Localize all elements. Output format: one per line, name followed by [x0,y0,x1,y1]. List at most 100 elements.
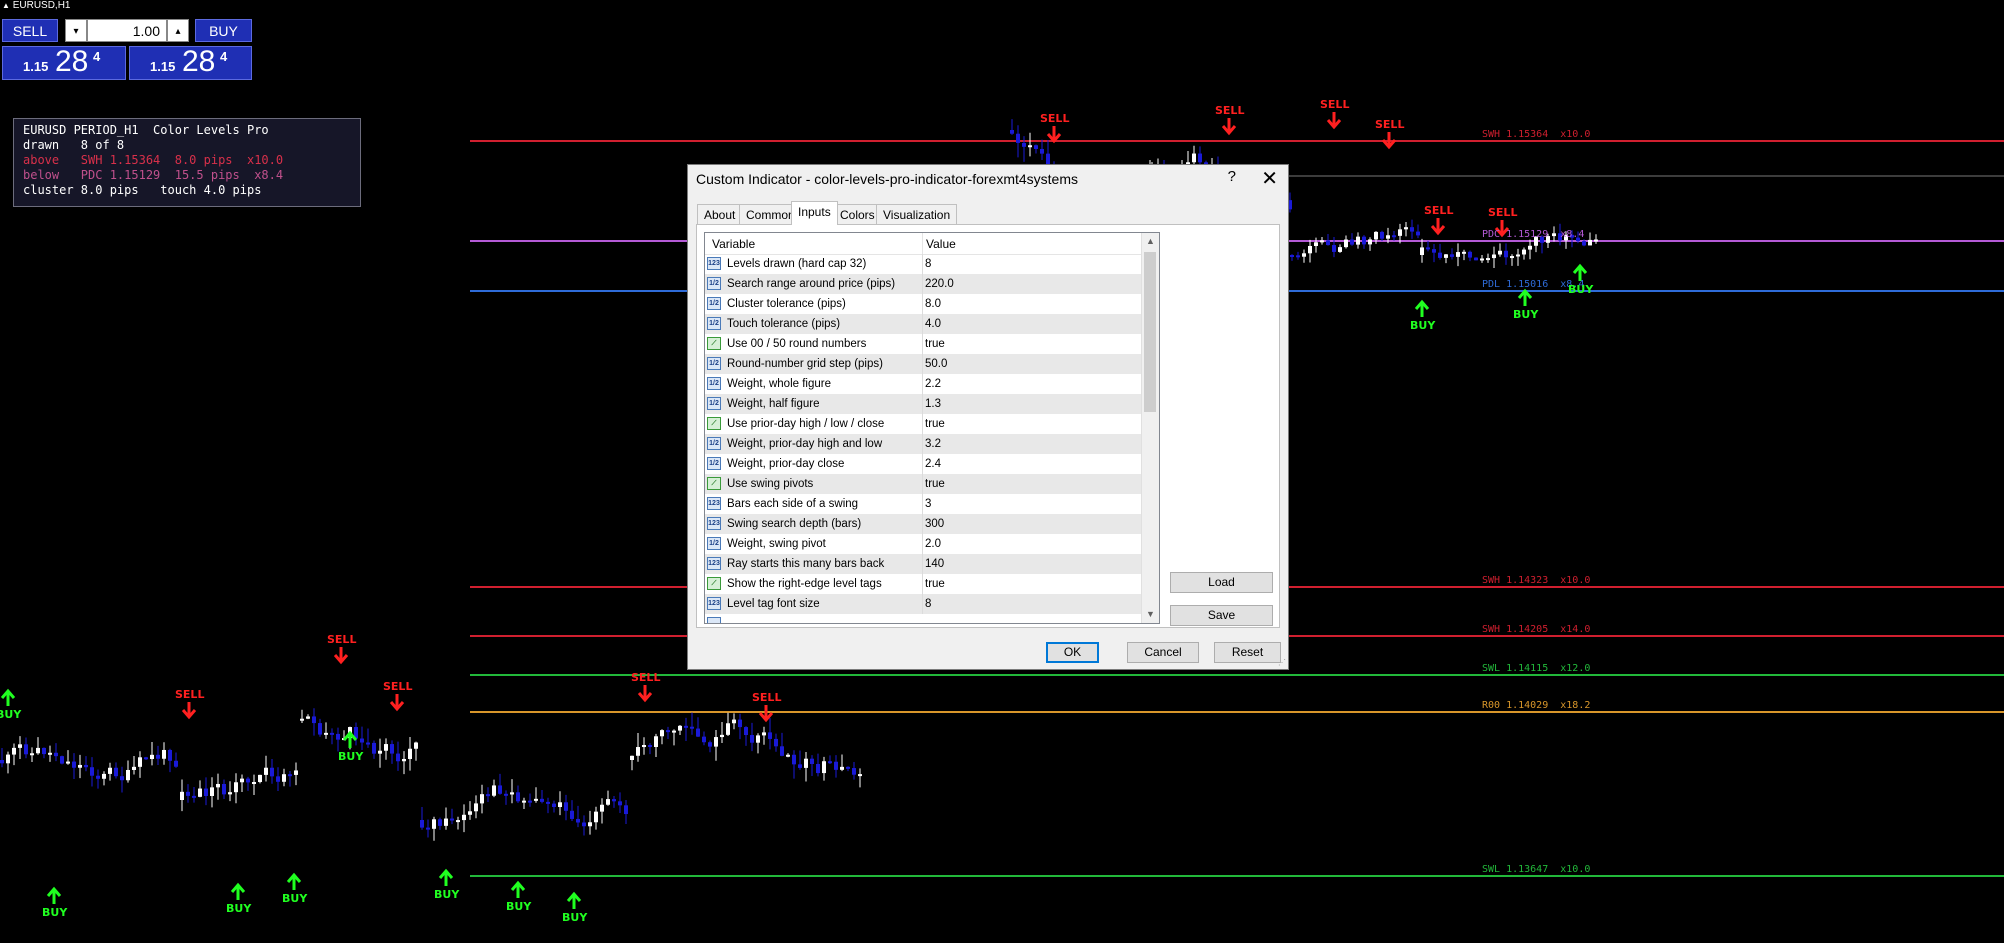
lot-increase-icon[interactable]: ▴ [167,19,189,42]
table-row[interactable]: 123 Swing search depth (bars) 300 [705,514,1143,534]
resize-grip-icon[interactable]: ⋰ [1278,658,1286,667]
load-button[interactable]: Load [1170,572,1273,593]
candle-body [1582,241,1586,246]
buy-signal-label: BUY [1513,308,1539,321]
reset-button[interactable]: Reset [1214,642,1281,663]
table-row[interactable]: 123 Levels drawn (hard cap 32) 8 [705,254,1143,274]
variable-value[interactable]: 50.0 [925,354,947,374]
variable-value[interactable]: 8.0 [925,294,941,314]
candle-body [258,774,262,783]
variable-value[interactable]: 4.0 [925,314,941,334]
candle-body [1468,251,1472,258]
variable-value[interactable]: 2.4 [925,454,941,474]
ok-button[interactable]: OK [1046,642,1099,663]
variable-value[interactable]: true [925,474,945,494]
variable-value[interactable]: true [925,334,945,354]
table-row[interactable]: ⟋ Use swing pivots true [705,474,1143,494]
candle-body [372,742,376,754]
candle-body [150,754,154,760]
candle-body [366,742,370,745]
buy-arrow-icon [1517,288,1533,306]
candle-body [426,827,430,830]
buy-signal-label: BUY [434,888,460,901]
table-row[interactable]: 1/2 Weight, whole figure 2.2 [705,374,1143,394]
buy-button[interactable]: BUY [195,19,252,42]
tab-colors[interactable]: Colors [833,204,882,224]
sell-button[interactable]: SELL [2,19,58,42]
variable-value[interactable]: 220.0 [925,274,954,294]
double-type-icon: 1/2 [707,317,721,330]
table-row[interactable]: 123 Ray starts this many bars back 140 [705,554,1143,574]
variable-value[interactable]: true [925,414,945,434]
close-icon[interactable]: ✕ [1261,166,1278,191]
table-row[interactable]: 1/2 Cluster tolerance (pips) 8.0 [705,294,1143,314]
variable-value[interactable]: 3.2 [925,434,941,454]
column-header-variable[interactable]: Variable [712,237,755,251]
custom-indicator-dialog: Custom Indicator - color-levels-pro-indi… [687,164,1289,670]
table-row[interactable]: 1/2 Weight, swing pivot 2.0 [705,534,1143,554]
inputs-table[interactable]: Variable Value 123 Levels drawn (hard cap… [704,232,1160,624]
candle-body [780,746,784,756]
table-row[interactable]: 1/2 Touch tolerance (pips) 4.0 [705,314,1143,334]
table-row[interactable]: ⟋ Show the right-edge level tags true [705,574,1143,594]
one-click-trade-panel: SELL ▾ 1.00 ▴ BUY 1.15 28 4 1.15 28 4 [2,19,252,80]
candle-body [1344,239,1348,248]
table-row[interactable]: 1/2 Round-number grid step (pips) 50.0 [705,354,1143,374]
cancel-button[interactable]: Cancel [1127,642,1199,663]
variable-value[interactable]: 8 [925,594,931,614]
sell-arrow-icon [1430,218,1446,236]
variable-value[interactable]: 300 [925,514,944,534]
table-row[interactable]: 1/2 Weight, prior-day high and low 3.2 [705,434,1143,454]
info-line-tolerances: cluster 8.0 pips touch 4.0 pips [23,183,262,197]
sell-signal-label: SELL [1424,204,1454,217]
candle-body [48,752,52,755]
tab-visualization[interactable]: Visualization [876,204,958,224]
table-row-partial[interactable] [705,614,1143,623]
lot-size-input[interactable]: 1.00 [87,19,167,42]
scroll-up-icon[interactable]: ▲ [1146,236,1155,246]
chart-menu-icon[interactable]: ▲ [2,1,10,10]
candle-body [570,810,574,819]
integer-type-icon: 123 [707,257,721,270]
candle-body [1416,231,1420,236]
table-row[interactable]: ⟋ Use 00 / 50 round numbers true [705,334,1143,354]
variable-value[interactable]: true [925,574,945,594]
tab-inputs[interactable]: Inputs [791,201,838,225]
table-row[interactable]: ⟋ Use prior-day high / low / close true [705,414,1143,434]
tab-about[interactable]: About [697,204,743,224]
candle-body [1296,255,1300,258]
table-row[interactable]: 1/2 Weight, prior-day close 2.4 [705,454,1143,474]
variable-value[interactable]: 2.2 [925,374,941,394]
variable-name: Search range around price (pips) [727,278,896,290]
sell-signal-label: SELL [383,680,413,693]
scroll-down-icon[interactable]: ▼ [1146,609,1155,619]
variable-value[interactable]: 8 [925,254,931,274]
column-header-value[interactable]: Value [926,237,956,251]
buy-arrow-icon [0,688,16,706]
candle-body [654,736,658,747]
candle-body [1398,229,1402,236]
table-row[interactable]: 1/2 Search range around price (pips) 220.0 [705,274,1143,294]
candle-body [78,764,82,768]
lot-decrease-icon[interactable]: ▾ [65,19,87,42]
candle-body [528,800,532,803]
variable-value[interactable]: 1.3 [925,394,941,414]
variable-value[interactable]: 2.0 [925,534,941,554]
sell-price[interactable]: 1.15 28 4 [2,45,126,80]
variable-value[interactable]: 140 [925,554,944,574]
table-row[interactable]: 1/2 Weight, half figure 1.3 [705,394,1143,414]
candle-body [450,818,454,821]
table-row[interactable]: 123 Bars each side of a swing 3 [705,494,1143,514]
variable-value[interactable]: 3 [925,494,931,514]
candle-body [162,749,166,759]
candle-body [132,766,136,770]
buy-price[interactable]: 1.15 28 4 [129,45,252,80]
boolean-type-icon: ⟋ [707,477,721,490]
table-scrollbar[interactable]: ▲ ▼ [1141,233,1159,623]
table-row[interactable]: 123 Level tag font size 8 [705,594,1143,614]
candle-body [144,757,148,760]
scrollbar-thumb[interactable] [1144,252,1156,412]
save-button[interactable]: Save [1170,605,1273,626]
help-icon[interactable]: ? [1228,168,1236,185]
candle-body [1498,250,1502,255]
